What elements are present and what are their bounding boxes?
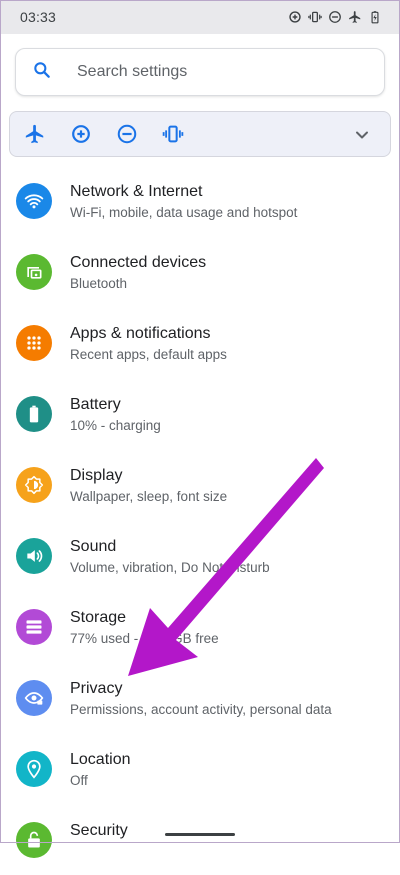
status-icons [288, 10, 382, 24]
battery-charging-icon [368, 10, 382, 24]
search-placeholder: Search settings [77, 63, 188, 80]
settings-item-sound[interactable]: Sound Volume, vibration, Do Not Disturb [0, 520, 400, 591]
privacy-eye-icon [16, 680, 52, 716]
settings-item-subtitle: Off [70, 773, 88, 788]
settings-item-subtitle: Bluetooth [70, 276, 128, 291]
navigation-handle[interactable] [165, 833, 235, 836]
settings-item-title: Display [70, 467, 123, 484]
vibrate-icon[interactable] [162, 123, 184, 145]
storage-icon [16, 609, 52, 645]
settings-item-title: Connected devices [70, 254, 207, 271]
devices-icon [16, 254, 52, 290]
battery-icon [16, 396, 52, 432]
data-saver-icon [288, 10, 302, 24]
vibrate-icon [308, 10, 322, 24]
do-not-disturb-icon [328, 10, 342, 24]
settings-item-title: Security [70, 822, 128, 839]
settings-item-connected-devices[interactable]: Connected devices Bluetooth [0, 236, 400, 307]
settings-item-subtitle: 77% used - 7.43 GB free [70, 631, 219, 646]
lock-icon [16, 822, 52, 858]
status-bar: 03:33 [0, 0, 400, 34]
wifi-icon [16, 183, 52, 219]
location-pin-icon [16, 751, 52, 787]
quick-settings-bar [9, 111, 391, 157]
settings-item-subtitle: Permissions, account activity, personal … [70, 702, 332, 717]
chevron-down-icon[interactable] [352, 125, 372, 145]
status-time: 03:33 [20, 9, 57, 25]
settings-item-security[interactable]: Security [0, 804, 400, 875]
settings-item-network[interactable]: Network & Internet Wi-Fi, mobile, data u… [0, 165, 400, 236]
apps-grid-icon [16, 325, 52, 361]
settings-item-apps[interactable]: Apps & notifications Recent apps, defaul… [0, 307, 400, 378]
settings-item-subtitle: Wi-Fi, mobile, data usage and hotspot [70, 205, 298, 220]
search-icon [32, 60, 52, 85]
brightness-icon [16, 467, 52, 503]
settings-item-battery[interactable]: Battery 10% - charging [0, 378, 400, 449]
settings-item-subtitle: Wallpaper, sleep, font size [70, 489, 228, 504]
settings-item-title: Privacy [70, 680, 123, 697]
settings-item-subtitle: Recent apps, default apps [70, 347, 227, 362]
airplane-icon[interactable] [24, 123, 46, 145]
settings-item-title: Battery [70, 396, 121, 413]
settings-item-title: Location [70, 751, 131, 768]
data-saver-icon[interactable] [70, 123, 92, 145]
do-not-disturb-icon[interactable] [116, 123, 138, 145]
settings-item-display[interactable]: Display Wallpaper, sleep, font size [0, 449, 400, 520]
settings-item-title: Network & Internet [70, 183, 203, 200]
settings-item-subtitle: 10% - charging [70, 418, 161, 433]
settings-item-privacy[interactable]: Privacy Permissions, account activity, p… [0, 662, 400, 733]
airplane-icon [348, 10, 362, 24]
search-settings-bar[interactable]: Search settings [15, 48, 385, 96]
settings-item-title: Sound [70, 538, 117, 555]
settings-item-title: Apps & notifications [70, 325, 211, 342]
settings-item-title: Storage [70, 609, 127, 626]
settings-item-location[interactable]: Location Off [0, 733, 400, 804]
settings-item-subtitle: Volume, vibration, Do Not Disturb [70, 560, 270, 575]
settings-item-storage[interactable]: Storage 77% used - 7.43 GB free [0, 591, 400, 662]
volume-icon [16, 538, 52, 574]
settings-list: Network & Internet Wi-Fi, mobile, data u… [0, 165, 400, 875]
